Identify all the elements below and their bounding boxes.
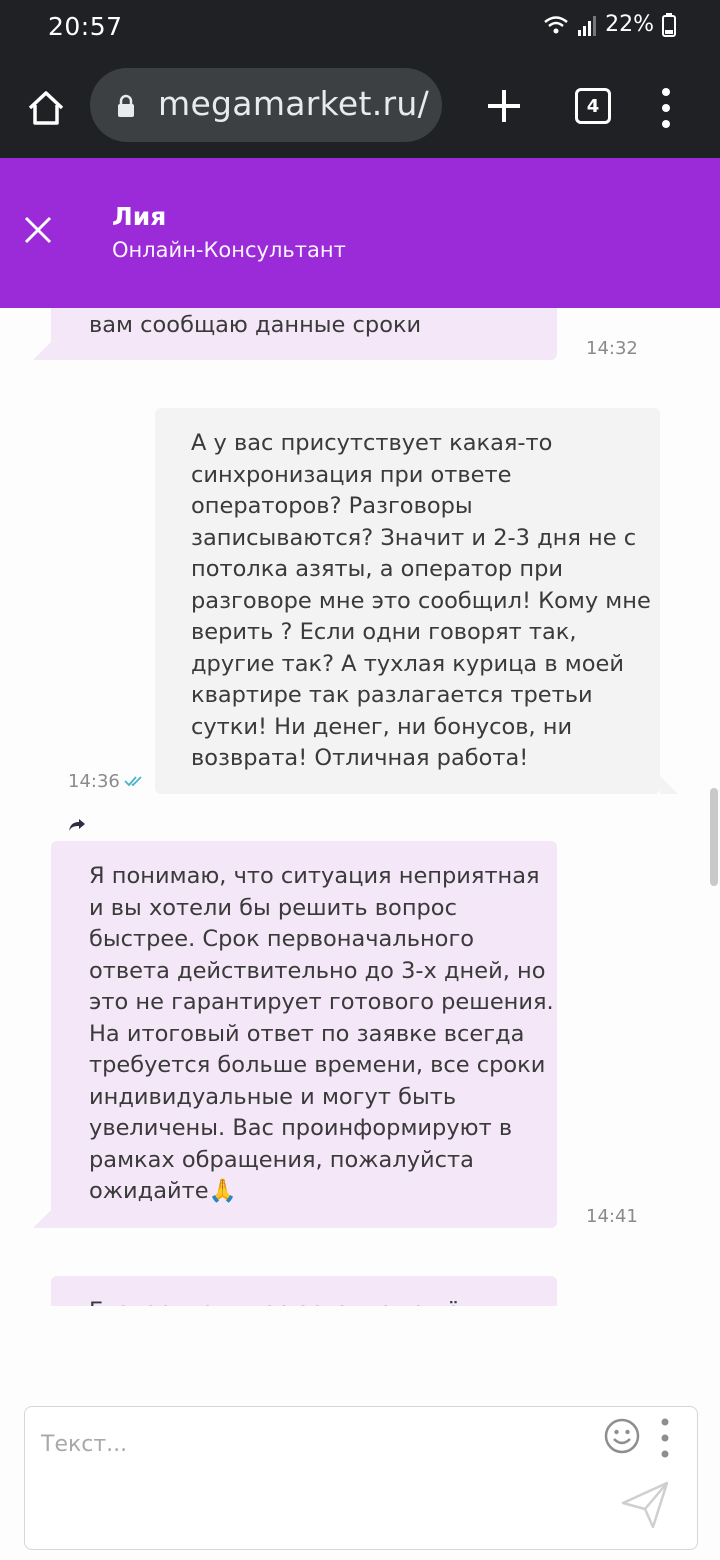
- chat-header: Лия Онлайн-Консультант: [0, 158, 720, 308]
- emoji-icon[interactable]: [603, 1417, 641, 1455]
- outgoing-message: А у вас присутствует какая-то синхрониза…: [155, 408, 678, 794]
- message-text: вам сообщаю данные сроки: [89, 312, 422, 338]
- wifi-icon: [544, 15, 568, 33]
- lock-icon: [118, 94, 134, 117]
- agent-name: Лия: [112, 202, 167, 231]
- tab-switcher-button[interactable]: 4: [575, 88, 611, 124]
- status-icons: 22%: [543, 12, 676, 37]
- send-icon[interactable]: [619, 1479, 671, 1531]
- message-input[interactable]: [39, 1423, 603, 1465]
- status-time: 20:57: [48, 12, 123, 41]
- close-icon[interactable]: [22, 214, 54, 246]
- incoming-message: вам сообщаю данные сроки: [33, 308, 557, 360]
- browser-toolbar: megamarket.ru/ 4: [0, 56, 720, 158]
- message-text: Я понимаю, что ситуация неприятная и вы …: [89, 863, 554, 1204]
- message-text: А у вас присутствует какая-то синхрониза…: [191, 430, 651, 771]
- browser-menu-icon[interactable]: [654, 86, 678, 130]
- scrollbar[interactable]: [710, 788, 718, 886]
- chat-messages[interactable]: вам сообщаю данные сроки 14:32 А у вас п…: [0, 308, 720, 1306]
- home-icon[interactable]: [26, 88, 66, 128]
- message-text: Екатерина, у вас остались ещё: [89, 1296, 460, 1306]
- incoming-message: Я понимаю, что ситуация неприятная и вы …: [33, 841, 557, 1228]
- agent-role: Онлайн-Консультант: [112, 238, 346, 262]
- message-time: 14:32: [586, 338, 638, 359]
- status-bar: 20:57 22%: [0, 0, 720, 56]
- address-bar[interactable]: megamarket.ru/: [90, 68, 442, 142]
- message-composer: [24, 1406, 698, 1550]
- message-time: 14:36: [68, 771, 120, 792]
- message-time: 14:41: [586, 1206, 638, 1227]
- new-tab-icon[interactable]: [484, 86, 524, 126]
- forwarded-icon: [69, 819, 85, 831]
- signal-icon: [578, 15, 597, 36]
- battery-percent: 22%: [605, 12, 654, 37]
- more-options-icon[interactable]: [659, 1417, 671, 1459]
- incoming-message: Екатерина, у вас остались ещё: [51, 1276, 557, 1306]
- url-text: megamarket.ru/: [158, 84, 430, 123]
- battery-icon: [662, 12, 676, 37]
- read-receipt-icon: [124, 776, 142, 787]
